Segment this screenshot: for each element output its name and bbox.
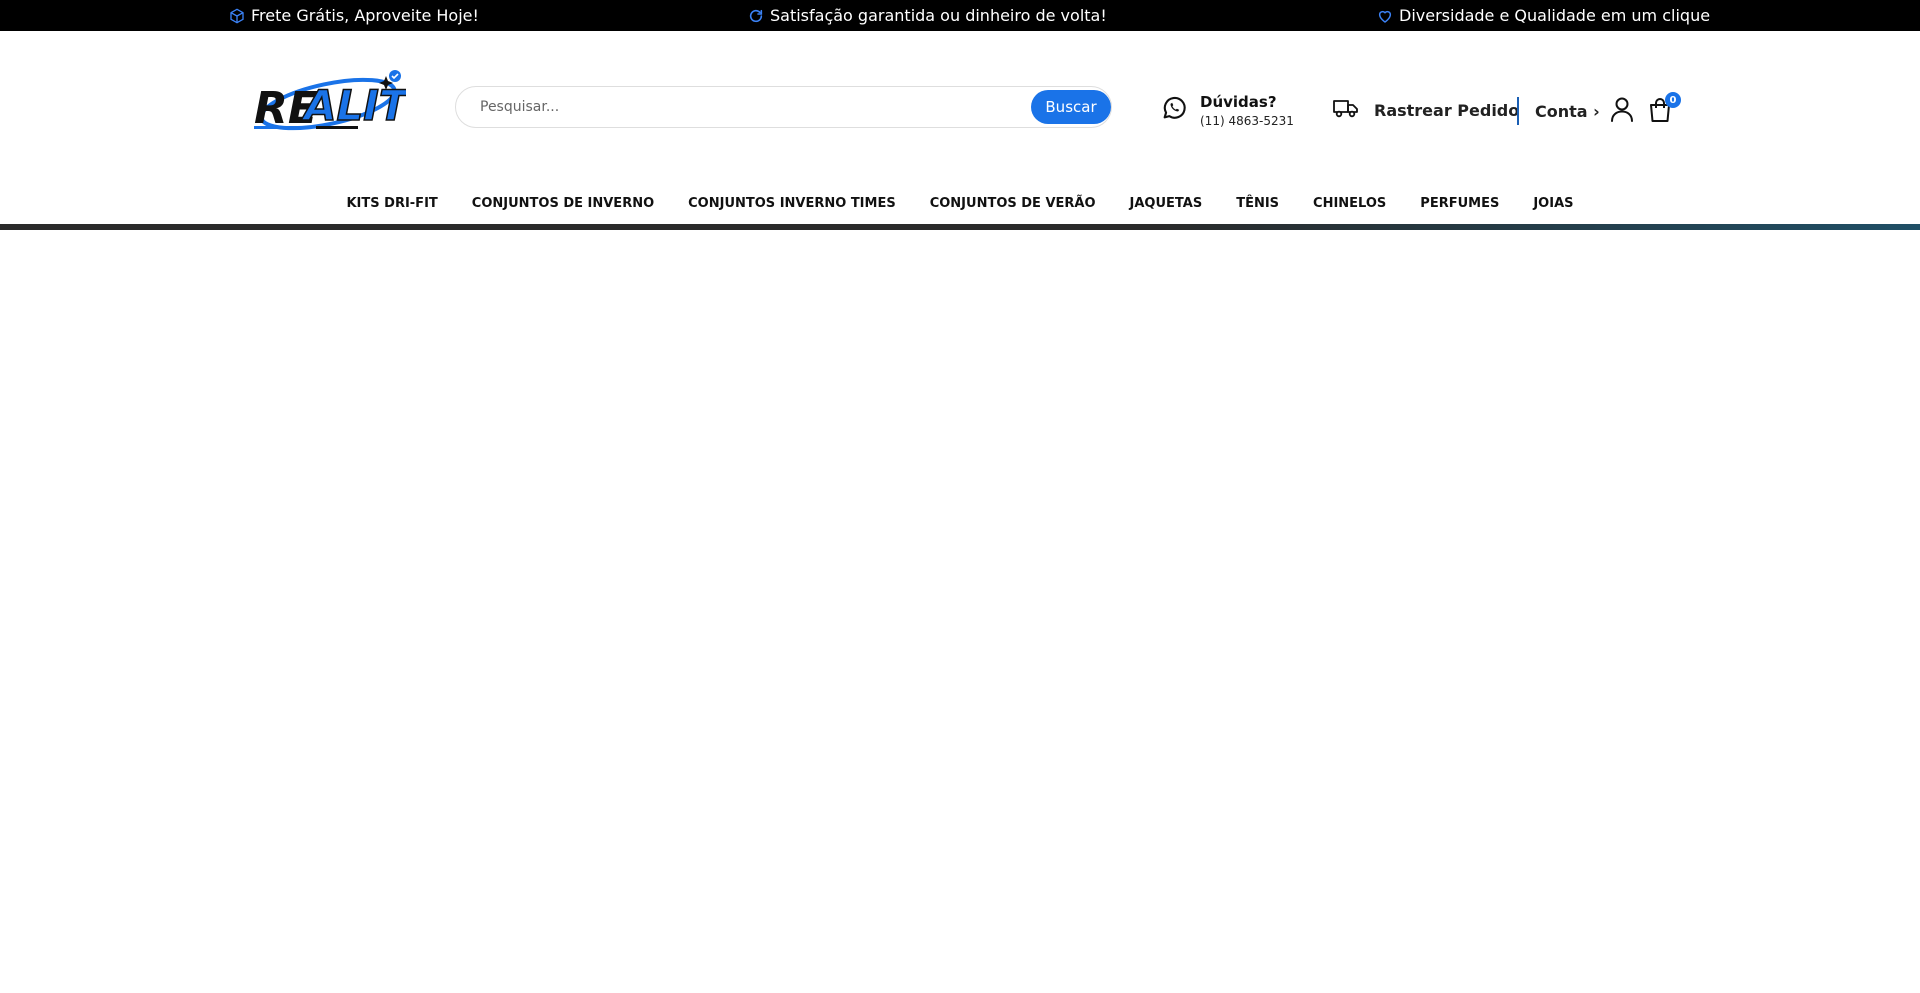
nav-item-chinelos[interactable]: CHINELOS: [1296, 196, 1403, 211]
truck-icon: [1332, 96, 1360, 124]
search-bar: Buscar: [455, 86, 1112, 128]
heart-icon: [1377, 8, 1393, 24]
nav-item-joias[interactable]: JOIAS: [1516, 196, 1590, 211]
announcement-bar: Frete Grátis, Aproveite Hoje! Satisfação…: [0, 0, 1920, 31]
nav-item-conjuntos-de-inverno[interactable]: CONJUNTOS DE INVERNO: [455, 196, 671, 211]
nav-item-jaquetas[interactable]: JAQUETAS: [1113, 196, 1220, 211]
announcement-text: Satisfação garantida ou dinheiro de volt…: [770, 6, 1107, 25]
nav-underline: [0, 224, 1920, 230]
nav-item-kits-dri-fit[interactable]: KITS DRI-FIT: [329, 196, 454, 211]
track-order-label: Rastrear Pedido: [1374, 100, 1520, 120]
search-input[interactable]: [480, 95, 1020, 119]
nav-item-perfumes[interactable]: PERFUMES: [1403, 196, 1516, 211]
user-icon: [1610, 96, 1634, 126]
announcement-text: Diversidade e Qualidade em um clique: [1399, 6, 1711, 25]
track-order-link[interactable]: Rastrear Pedido: [1332, 96, 1519, 124]
box-icon: [229, 8, 245, 24]
help-text: Dúvidas? (11) 4863-5231: [1200, 93, 1294, 128]
help-contact[interactable]: Dúvidas? (11) 4863-5231: [1160, 90, 1294, 130]
help-title: Dúvidas?: [1200, 92, 1277, 111]
cart-button[interactable]: 0: [1648, 92, 1681, 127]
shopping-bag-icon: [1648, 98, 1672, 127]
header-divider: [1517, 97, 1519, 125]
whatsapp-icon: [1160, 94, 1188, 126]
announcement-guarantee: Satisfação garantida ou dinheiro de volt…: [748, 0, 1107, 31]
nav-item-conjuntos-de-verao[interactable]: CONJUNTOS DE VERÃO: [913, 196, 1113, 211]
main-navigation: KITS DRI-FIT CONJUNTOS DE INVERNO CONJUN…: [0, 188, 1920, 218]
account-link[interactable]: Conta ›: [1535, 97, 1634, 125]
account-label: Conta ›: [1535, 101, 1600, 121]
nav-item-tenis[interactable]: TÊNIS: [1219, 196, 1296, 211]
announcement-text: Frete Grátis, Aproveite Hoje!: [251, 6, 479, 25]
help-phone: (11) 4863-5231: [1200, 113, 1294, 128]
refresh-icon: [748, 8, 764, 24]
announcement-free-shipping: Frete Grátis, Aproveite Hoje!: [229, 0, 479, 31]
svg-text:ALITY: ALITY: [301, 81, 406, 130]
announcement-diversity: Diversidade e Qualidade em um clique: [1377, 0, 1710, 31]
search-button[interactable]: Buscar: [1031, 90, 1111, 124]
cart-count-badge: 0: [1665, 92, 1681, 108]
nav-item-conjuntos-inverno-times[interactable]: CONJUNTOS INVERNO TIMES: [671, 196, 913, 211]
store-logo[interactable]: RE ALITY: [250, 68, 442, 136]
